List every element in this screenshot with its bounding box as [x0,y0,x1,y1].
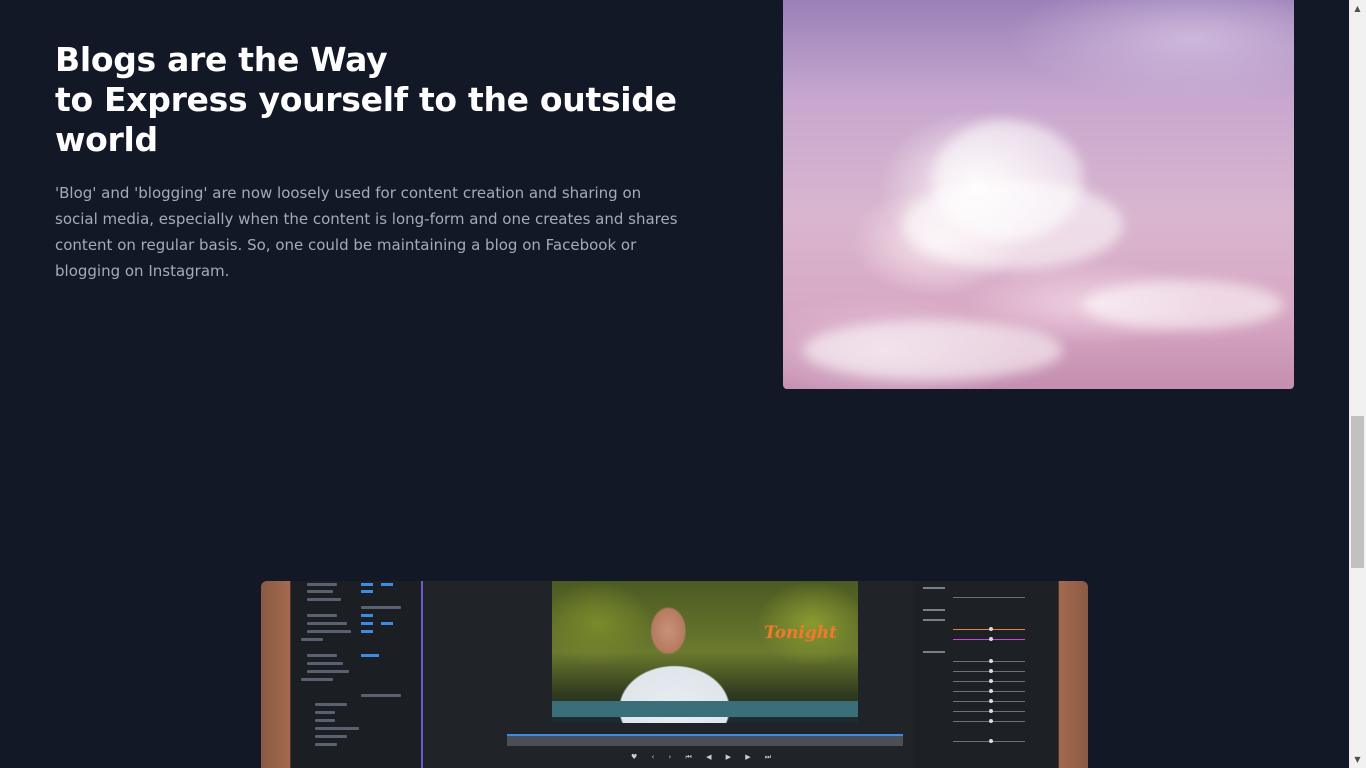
color-panel [913,581,1058,768]
hero-title-line-1: Blogs are the Way [55,40,388,79]
hero-title-line-2: to Express yourself to the outside [55,80,677,119]
hero-title-line-3: world [55,120,158,159]
preview-table [552,701,858,717]
cloud-shape [1083,280,1283,330]
arrow-down-icon[interactable]: ▼ [1349,751,1366,768]
cloud-shape [903,180,1123,270]
sky-image [783,0,1294,389]
editor-screen: Tonight ♥ ‹ › ⏮ ◀ ▶ ▶ ⏭ [291,581,1058,768]
page-scrollbar[interactable]: ▲ ▼ [1349,0,1366,768]
cloud-shape [803,320,1063,380]
video-caption: Tonight [764,623,837,643]
hero-description: 'Blog' and 'blogging' are now loosely us… [55,184,678,280]
arrow-up-icon[interactable]: ▲ [1349,0,1366,17]
video-editor-image: Tonight ♥ ‹ › ⏮ ◀ ▶ ▶ ⏭ [261,581,1088,768]
effect-controls-panel [291,581,421,768]
playhead-line [421,581,423,768]
video-preview: Tonight [552,581,858,723]
hero-title: Blogs are the Way to Express yourself to… [55,40,695,160]
page: Blogs are the Way to Express yourself to… [0,0,1366,768]
transport-controls: ♥ ‹ › ⏮ ◀ ▶ ▶ ⏭ [631,753,778,761]
hero-section: Blogs are the Way to Express yourself to… [55,40,695,284]
timeline-ruler [507,736,903,746]
scrollbar-thumb[interactable] [1351,416,1364,568]
